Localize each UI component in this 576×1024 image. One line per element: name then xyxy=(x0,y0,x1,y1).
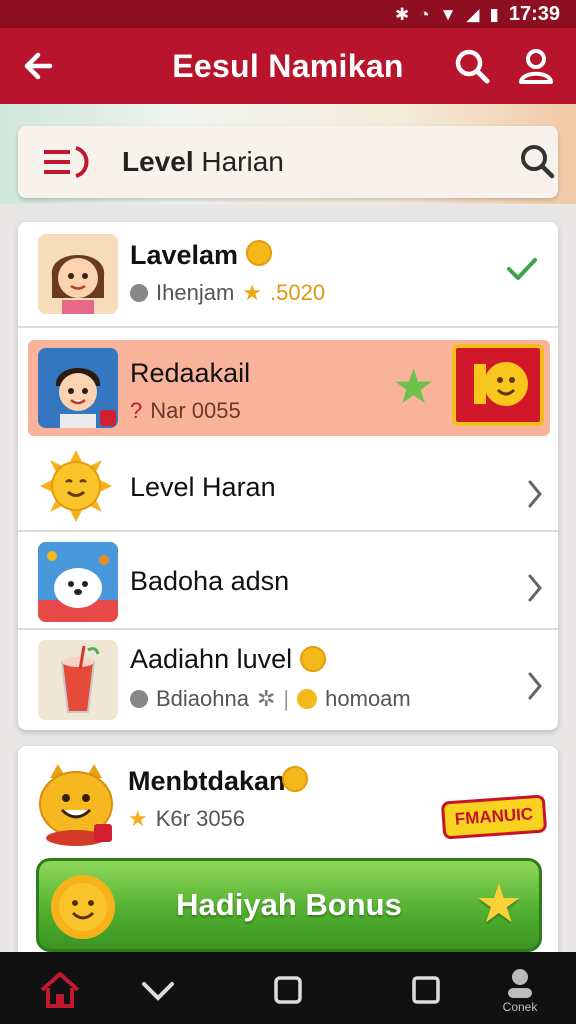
status-bar: ✱ ◔ ▼ ◢ ▮ 17:39 xyxy=(0,0,576,28)
status-time: 17:39 xyxy=(508,2,560,25)
coin-icon xyxy=(246,240,272,266)
item-name: Redaakail xyxy=(130,358,251,388)
item-name: Aadiahn luvel xyxy=(130,644,293,674)
recents-nav-icon[interactable] xyxy=(404,968,448,1012)
drink-image xyxy=(38,640,118,720)
green-star-icon: ★ xyxy=(392,361,436,414)
menu-icon xyxy=(44,146,89,178)
item-name: Menbtdakan xyxy=(128,766,286,796)
check-nav-icon[interactable] xyxy=(136,968,180,1012)
mascot-image xyxy=(38,542,118,622)
star-icon: ★ xyxy=(474,874,523,934)
item-name: Lavelam xyxy=(130,240,239,270)
signal-icon: ◢ xyxy=(466,4,480,24)
search-icon[interactable] xyxy=(452,46,492,86)
item-name: Level Haran xyxy=(130,472,276,502)
daily-level-search-bar[interactable]: Level Harian xyxy=(18,126,558,198)
battery-icon: ▮ xyxy=(489,4,499,24)
chat-icon xyxy=(130,690,148,708)
profile-icon[interactable] xyxy=(516,46,556,86)
chevron-right-icon xyxy=(528,574,542,602)
square-nav-icon[interactable] xyxy=(266,968,310,1012)
chevron-right-icon xyxy=(528,480,542,508)
list-item[interactable]: Level Haran xyxy=(18,442,558,532)
item-subtitle: ★ K6r 3056 xyxy=(128,806,246,831)
home-icon[interactable] xyxy=(38,968,82,1012)
search-icon[interactable] xyxy=(518,142,558,182)
gear-icon: ✲ xyxy=(256,686,276,711)
item-name: Badoha adsn xyxy=(130,566,290,596)
wifi-icon: ▼ xyxy=(439,4,457,24)
sun-icon xyxy=(51,875,115,939)
bluetooth-icon: ✱ xyxy=(395,4,410,24)
search-bar-label: Level Harian xyxy=(122,146,284,177)
bonus-button-label: Hadiyah Bonus xyxy=(176,887,402,922)
bonus-button[interactable]: Hadiyah Bonus ★ xyxy=(36,858,542,952)
list-item[interactable]: Lavelam Ihenjam ★ .5020 xyxy=(18,222,558,328)
level-badge-icon xyxy=(452,344,544,426)
list-item[interactable]: Aadiahn luvel Bdiaohna ✲ | homoam xyxy=(18,630,558,730)
coin-icon xyxy=(282,766,308,792)
chevron-right-icon xyxy=(528,672,542,700)
avatar-girl xyxy=(38,234,118,314)
list-item-highlighted[interactable]: Redaakail ? Nar 0055 ★ xyxy=(18,328,558,442)
bonus-card: Menbtdakan ★ K6r 3056 FMANUIC Hadiyah Bo… xyxy=(18,746,558,966)
lion-mascot-icon xyxy=(39,764,113,846)
bottom-nav-bar xyxy=(0,952,576,1024)
item-subtitle: Ihenjam ★ .5020 xyxy=(130,280,325,306)
item-subtitle: ? Nar 0055 xyxy=(130,398,241,423)
alarm-icon: ◔ xyxy=(419,4,430,24)
avatar-boy xyxy=(38,348,118,428)
coin-icon xyxy=(300,646,326,672)
checkmark-icon xyxy=(507,258,537,280)
star-icon: ★ xyxy=(242,280,263,305)
star-icon: ★ xyxy=(128,806,148,831)
sun-icon xyxy=(40,450,112,522)
chat-icon xyxy=(130,284,148,302)
coin-icon xyxy=(297,689,318,709)
item-subtitle: Bdiaohna ✲ | homoam xyxy=(130,686,411,712)
account-nav-label: Conek xyxy=(502,1000,538,1014)
promo-badge: FMANUIC xyxy=(440,794,548,840)
list-item[interactable]: Badoha adsn xyxy=(18,532,558,630)
level-list: Lavelam Ihenjam ★ .5020 Redaakail ? Nar … xyxy=(18,222,558,730)
app-bar: Eesul Namikan xyxy=(0,28,576,104)
